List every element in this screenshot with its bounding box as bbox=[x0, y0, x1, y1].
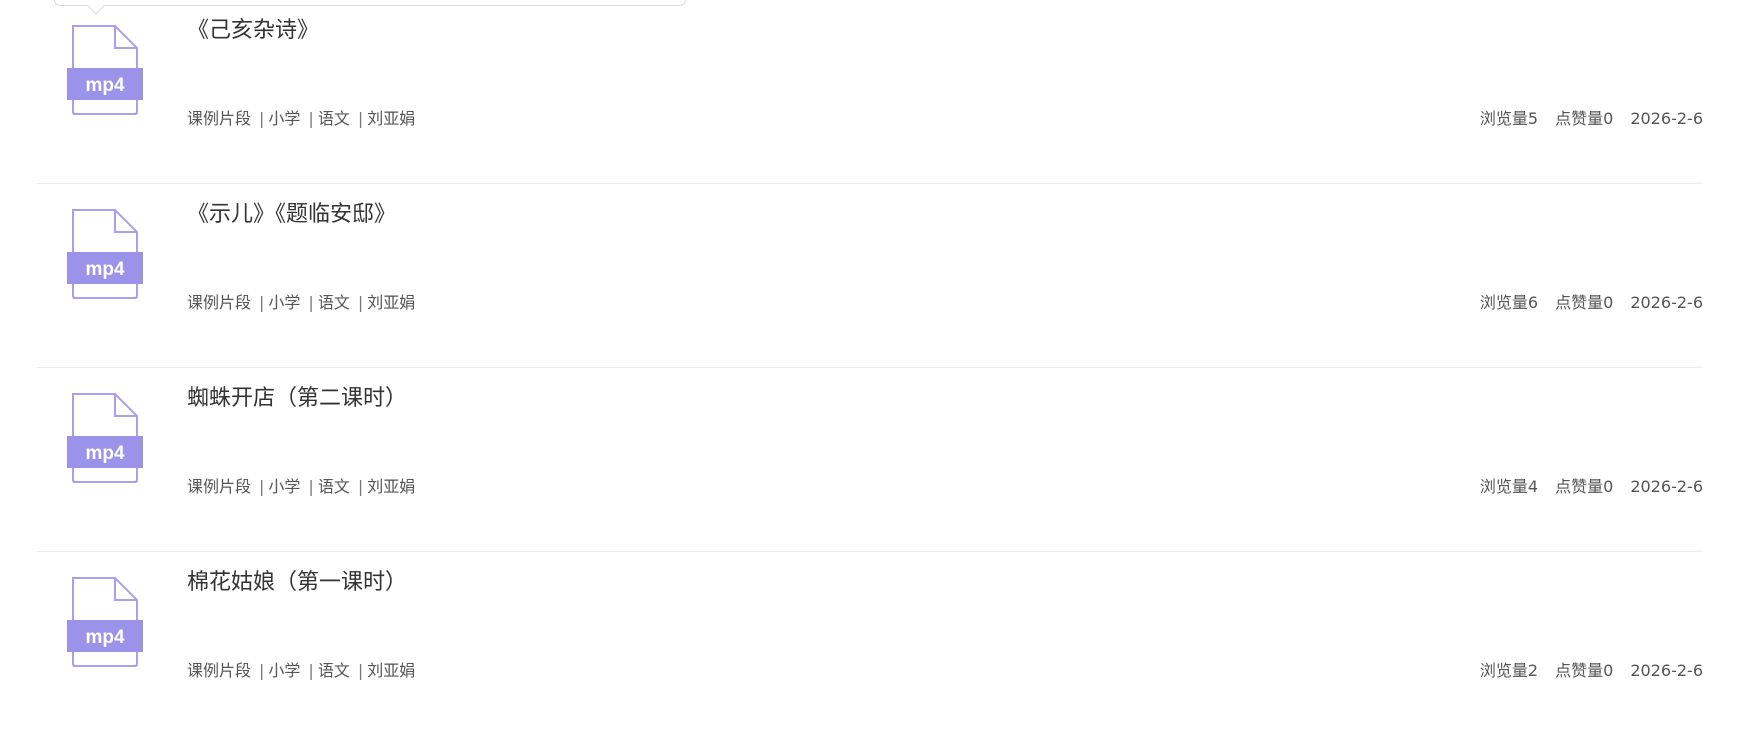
level-label: 小学 bbox=[268, 109, 301, 128]
separator: | bbox=[308, 109, 314, 128]
mp4-file-icon[interactable]: mp4 bbox=[67, 392, 143, 484]
item-title[interactable]: 棉花姑娘（第一课时） bbox=[187, 564, 407, 596]
publish-date: 2026-2-6 bbox=[1630, 293, 1703, 312]
list-item[interactable]: mp4 蜘蛛开店（第二课时） 课例片段 | 小学 | 语文 | 刘亚娟 浏览量4 点赞量0 … bbox=[37, 368, 1703, 552]
author-label: 刘亚娟 bbox=[367, 293, 416, 312]
author-label: 刘亚娟 bbox=[367, 109, 416, 128]
item-meta: 课例片段 | 小学 | 语文 | 刘亚娟 bbox=[187, 657, 415, 681]
like-count: 点赞量0 bbox=[1555, 109, 1614, 128]
item-stats: 浏览量4 点赞量0 2026-2-6 bbox=[1480, 473, 1703, 497]
resource-list: mp4 《己亥杂诗》 课例片段 | 小学 | 语文 | 刘亚娟 浏览量5 点赞量0 2026… bbox=[37, 0, 1703, 736]
publish-date: 2026-2-6 bbox=[1630, 477, 1703, 496]
list-item[interactable]: mp4 棉花姑娘（第一课时） 课例片段 | 小学 | 语文 | 刘亚娟 浏览量2 点赞量0 … bbox=[37, 552, 1703, 736]
level-label: 小学 bbox=[268, 293, 301, 312]
separator: | bbox=[308, 293, 314, 312]
item-meta: 课例片段 | 小学 | 语文 | 刘亚娟 bbox=[187, 473, 415, 497]
item-stats: 浏览量5 点赞量0 2026-2-6 bbox=[1480, 105, 1703, 129]
separator: | bbox=[357, 109, 364, 128]
subject-label: 语文 bbox=[317, 293, 350, 312]
view-count: 浏览量4 bbox=[1479, 477, 1538, 496]
category-label: 课例片段 bbox=[187, 477, 252, 496]
category-label: 课例片段 bbox=[187, 109, 252, 128]
publish-date: 2026-2-6 bbox=[1630, 661, 1703, 680]
item-title[interactable]: 《示儿》《题临安邸》 bbox=[187, 196, 396, 228]
separator: | bbox=[259, 477, 265, 496]
author-label: 刘亚娟 bbox=[367, 477, 416, 496]
item-stats: 浏览量2 点赞量0 2026-2-6 bbox=[1480, 657, 1703, 681]
mp4-file-icon[interactable]: mp4 bbox=[67, 24, 143, 116]
file-type-label: mp4 bbox=[85, 627, 125, 648]
view-count: 浏览量6 bbox=[1479, 293, 1538, 312]
category-label: 课例片段 bbox=[187, 293, 252, 312]
file-type-label: mp4 bbox=[85, 259, 125, 280]
separator: | bbox=[308, 661, 314, 680]
separator: | bbox=[357, 661, 364, 680]
separator: | bbox=[308, 477, 314, 496]
like-count: 点赞量0 bbox=[1555, 293, 1614, 312]
subject-label: 语文 bbox=[317, 109, 350, 128]
mp4-file-icon[interactable]: mp4 bbox=[67, 208, 143, 300]
separator: | bbox=[259, 661, 265, 680]
subject-label: 语文 bbox=[317, 477, 350, 496]
item-stats: 浏览量6 点赞量0 2026-2-6 bbox=[1480, 289, 1703, 313]
item-meta: 课例片段 | 小学 | 语文 | 刘亚娟 bbox=[187, 105, 415, 129]
level-label: 小学 bbox=[268, 477, 301, 496]
file-type-label: mp4 bbox=[85, 75, 125, 96]
view-count: 浏览量5 bbox=[1479, 109, 1538, 128]
list-item[interactable]: mp4 《己亥杂诗》 课例片段 | 小学 | 语文 | 刘亚娟 浏览量5 点赞量0 2026… bbox=[37, 0, 1703, 184]
separator: | bbox=[357, 293, 364, 312]
separator: | bbox=[259, 109, 265, 128]
item-title[interactable]: 蜘蛛开店（第二课时） bbox=[187, 380, 407, 412]
item-title[interactable]: 《己亥杂诗》 bbox=[187, 12, 319, 44]
like-count: 点赞量0 bbox=[1555, 477, 1614, 496]
file-type-label: mp4 bbox=[85, 443, 125, 464]
separator: | bbox=[259, 293, 265, 312]
subject-label: 语文 bbox=[317, 661, 350, 680]
level-label: 小学 bbox=[268, 661, 301, 680]
list-item[interactable]: mp4 《示儿》《题临安邸》 课例片段 | 小学 | 语文 | 刘亚娟 浏览量6 点赞量0 … bbox=[37, 184, 1703, 368]
item-meta: 课例片段 | 小学 | 语文 | 刘亚娟 bbox=[187, 289, 415, 313]
author-label: 刘亚娟 bbox=[367, 661, 416, 680]
like-count: 点赞量0 bbox=[1555, 661, 1614, 680]
separator: | bbox=[357, 477, 364, 496]
category-label: 课例片段 bbox=[187, 661, 252, 680]
view-count: 浏览量2 bbox=[1479, 661, 1538, 680]
publish-date: 2026-2-6 bbox=[1630, 109, 1703, 128]
mp4-file-icon[interactable]: mp4 bbox=[67, 576, 143, 668]
